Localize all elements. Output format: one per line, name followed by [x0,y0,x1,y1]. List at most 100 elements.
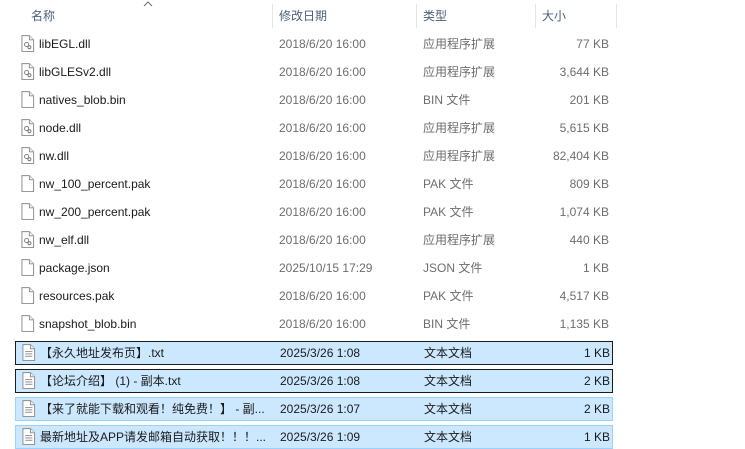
file-name: snapshot_blob.bin [39,317,137,331]
column-header-name[interactable]: 名称 [31,0,55,30]
file-type: 应用程序扩展 [423,37,496,51]
file-size: 440 KB [569,233,609,247]
file-row[interactable]: 【来了就能下载和观看！纯免费！】 - 副... 2025/3/26 1:07 文本文… [15,397,613,421]
file-size: 1 KB [583,430,610,444]
file-row[interactable]: node.dll 2018/6/20 16:00 应用程序扩展 5,615 KB [15,117,613,141]
file-row[interactable]: nw_100_percent.pak 2018/6/20 16:00 PAK 文件 8… [15,173,613,197]
file-size: 77 KB [576,37,609,51]
file-date: 2018/6/20 16:00 [279,65,366,79]
file-date: 2018/6/20 16:00 [279,177,366,191]
column-divider[interactable] [272,4,273,28]
column-divider[interactable] [416,4,417,28]
file-size: 5,615 KB [559,121,609,135]
file-date: 2025/3/26 1:08 [280,374,361,388]
file-row[interactable]: nw_elf.dll 2018/6/20 16:00 应用程序扩展 440 KB [15,229,613,253]
file-name: nw_200_percent.pak [39,205,151,219]
file-name: natives_blob.bin [39,93,126,107]
file-icon [21,175,35,193]
file-row[interactable]: package.json 2025/10/15 17:29 JSON 文件 1 KB [15,257,613,281]
text-file-icon [22,372,36,390]
dll-file-icon [21,231,35,249]
file-size: 2 KB [583,402,610,416]
file-size: 82,404 KB [552,149,609,163]
dll-file-icon [21,119,35,137]
file-name: 【论坛介绍】 (1) - 副本.txt [40,374,181,388]
file-size: 1,074 KB [559,205,609,219]
file-type: BIN 文件 [423,93,471,107]
file-type: 应用程序扩展 [423,65,496,79]
file-date: 2018/6/20 16:00 [279,289,366,303]
file-icon [21,315,35,333]
file-row[interactable]: 【永久地址发布页】.txt 2025/3/26 1:08 文本文档 1 KB [15,341,613,365]
file-icon [21,259,35,277]
column-header: 名称 修改日期 类型 大小 [0,0,745,30]
file-icon [21,287,35,305]
dll-file-icon [21,147,35,165]
file-date: 2018/6/20 16:00 [279,121,366,135]
file-size: 1,135 KB [559,317,609,331]
file-name: nw.dll [39,149,70,163]
file-date: 2018/6/20 16:00 [279,93,366,107]
file-name: 【来了就能下载和观看！纯免费！】 - 副... [40,402,265,416]
file-type: 应用程序扩展 [423,149,496,163]
file-date: 2025/10/15 17:29 [279,261,373,275]
file-type: JSON 文件 [423,261,483,275]
file-row[interactable]: libEGL.dll 2018/6/20 16:00 应用程序扩展 77 KB [15,33,613,57]
dll-file-icon [21,63,35,81]
file-row[interactable]: 最新地址及APP请发邮箱自动获取！！！... 2025/3/26 1:09 文本文档… [15,425,613,449]
file-icon [21,203,35,221]
file-date: 2018/6/20 16:00 [279,149,366,163]
file-icon [21,91,35,109]
file-row[interactable]: nw.dll 2018/6/20 16:00 应用程序扩展 82,404 KB [15,145,613,169]
file-date: 2018/6/20 16:00 [279,205,366,219]
sort-ascending-icon [143,1,153,7]
file-name: node.dll [39,121,82,135]
text-file-icon [22,400,36,418]
column-header-date[interactable]: 修改日期 [279,0,327,30]
file-row[interactable]: snapshot_blob.bin 2018/6/20 16:00 BIN 文件 1,… [15,313,613,337]
file-type: PAK 文件 [423,205,474,219]
file-name: libEGL.dll [39,37,91,51]
file-name: 【永久地址发布页】.txt [40,346,165,360]
file-type: 文本文档 [424,374,473,388]
file-row[interactable]: 【论坛介绍】 (1) - 副本.txt 2025/3/26 1:08 文本文档 2 K… [15,369,613,393]
file-row[interactable]: resources.pak 2018/6/20 16:00 PAK 文件 4,517 … [15,285,613,309]
file-date: 2018/6/20 16:00 [279,233,366,247]
file-date: 2025/3/26 1:09 [280,430,361,444]
file-size: 1 KB [582,261,609,275]
file-name: nw_100_percent.pak [39,177,151,191]
file-size: 2 KB [583,374,610,388]
file-size: 201 KB [569,93,609,107]
column-divider[interactable] [616,4,617,28]
file-type: PAK 文件 [423,289,474,303]
file-row[interactable]: natives_blob.bin 2018/6/20 16:00 BIN 文件 201… [15,89,613,113]
file-type: 应用程序扩展 [423,121,496,135]
file-size: 1 KB [583,346,610,360]
column-header-size[interactable]: 大小 [542,0,566,30]
file-row[interactable]: libGLESv2.dll 2018/6/20 16:00 应用程序扩展 3,644 … [15,61,613,85]
file-size: 809 KB [569,177,609,191]
file-type: BIN 文件 [423,317,471,331]
file-date: 2018/6/20 16:00 [279,317,366,331]
text-file-icon [22,344,36,362]
file-name: nw_elf.dll [39,233,90,247]
file-name: resources.pak [39,289,115,303]
dll-file-icon [21,35,35,53]
column-header-type[interactable]: 类型 [423,0,447,30]
text-file-icon [22,428,36,446]
file-size: 4,517 KB [559,289,609,303]
file-row[interactable]: nw_200_percent.pak 2018/6/20 16:00 PAK 文件 1… [15,201,613,225]
file-name: 最新地址及APP请发邮箱自动获取！！！... [40,430,267,444]
file-type: 文本文档 [424,346,473,360]
file-date: 2025/3/26 1:08 [280,346,361,360]
file-type: 应用程序扩展 [423,233,496,247]
file-type: 文本文档 [424,402,473,416]
file-date: 2025/3/26 1:07 [280,402,361,416]
file-date: 2018/6/20 16:00 [279,37,366,51]
file-name: libGLESv2.dll [39,65,112,79]
file-name: package.json [39,261,110,275]
file-size: 3,644 KB [559,65,609,79]
file-type: 文本文档 [424,430,473,444]
column-divider[interactable] [535,4,536,28]
file-type: PAK 文件 [423,177,474,191]
